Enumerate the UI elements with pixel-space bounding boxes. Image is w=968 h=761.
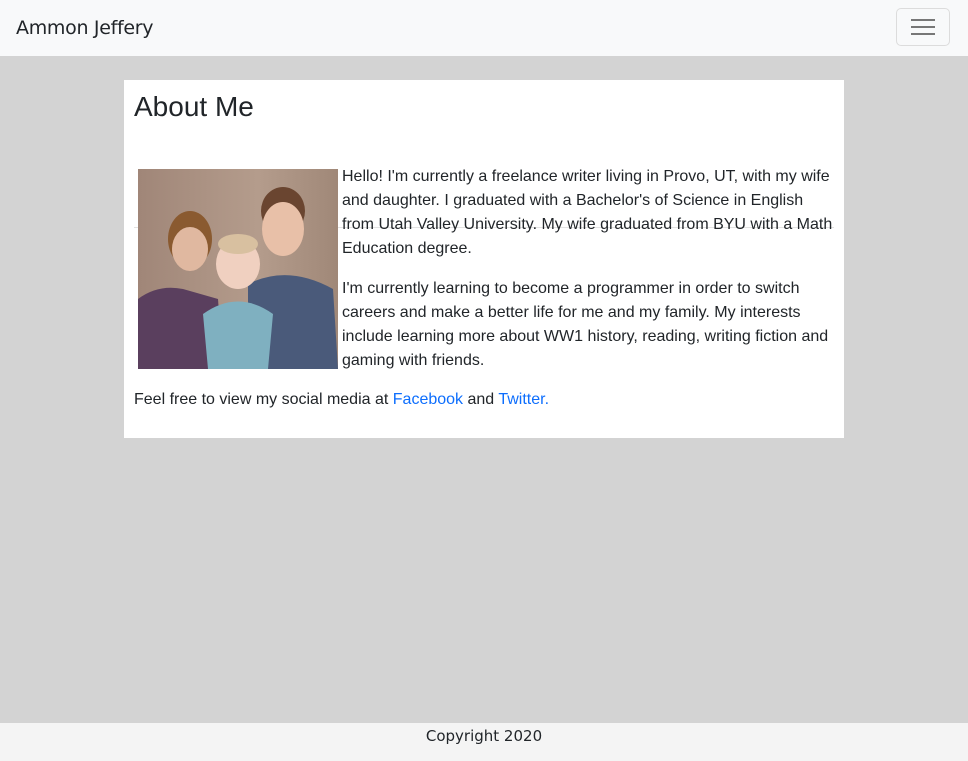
copyright-text: Copyright 2020 — [425, 727, 543, 745]
interests-paragraph: I'm currently learning to become a progr… — [342, 280, 829, 369]
navbar-toggler-button[interactable] — [896, 8, 950, 46]
about-text: Hello! I'm currently a freelance writer … — [342, 165, 836, 389]
social-prefix: Feel free to view my social media at — [134, 391, 393, 408]
brand-link[interactable]: Ammon Jeffery — [16, 17, 154, 39]
social-and: and — [463, 391, 499, 408]
hamburger-icon-line — [911, 33, 935, 35]
about-card: About Me Hello! I'm currently a freelanc… — [124, 80, 844, 438]
twitter-link[interactable]: Twitter. — [498, 391, 549, 408]
navbar: Ammon Jeffery — [0, 0, 968, 56]
facebook-link[interactable]: Facebook — [393, 391, 463, 408]
hamburger-icon-line — [911, 26, 935, 28]
page-title: About Me — [134, 91, 254, 122]
social-media-line: Feel free to view my social media at Fac… — [134, 388, 549, 412]
family-photo — [138, 169, 338, 369]
intro-paragraph: Hello! I'm currently a freelance writer … — [342, 168, 833, 257]
footer: Copyright 2020 — [0, 723, 968, 761]
hamburger-icon — [911, 19, 935, 21]
